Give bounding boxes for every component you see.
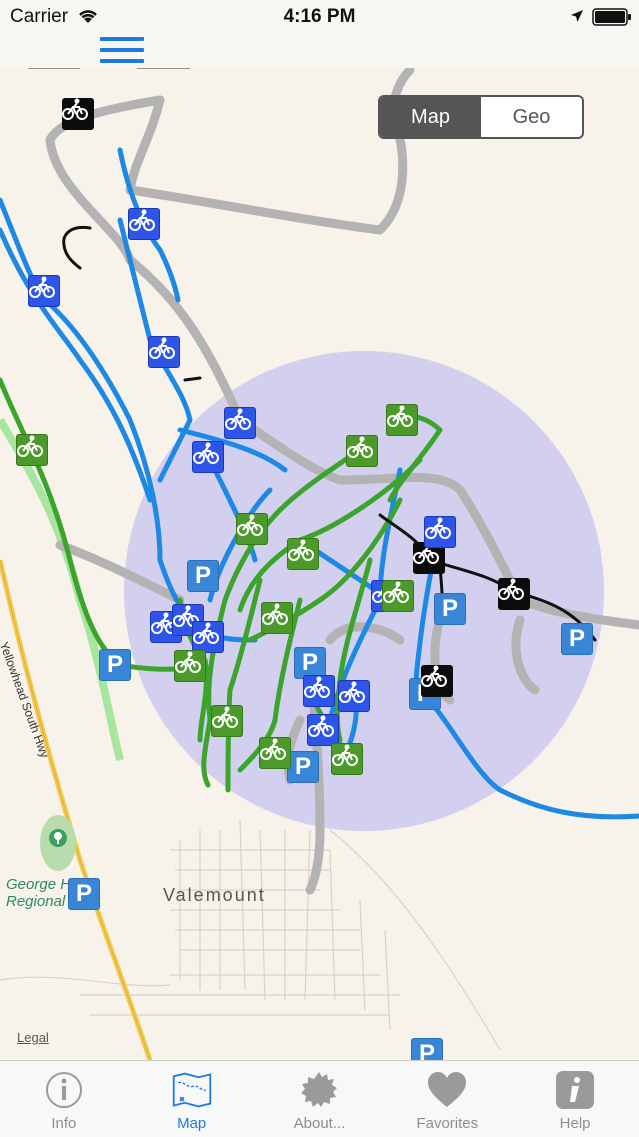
tab-favorites-label: Favorites xyxy=(416,1115,479,1132)
bike-icon xyxy=(347,436,373,458)
tab-map[interactable]: Map xyxy=(128,1061,256,1137)
map-view[interactable]: Map Geo Valemount George Hicks Regional … xyxy=(0,68,639,1060)
bike-marker-green[interactable] xyxy=(382,580,414,612)
bike-icon xyxy=(193,442,219,464)
tab-help-label: Help xyxy=(559,1115,591,1132)
bike-marker-blue[interactable] xyxy=(303,675,335,707)
tab-info[interactable]: Info xyxy=(0,1061,128,1137)
tab-map-label: Map xyxy=(177,1115,207,1132)
tab-help[interactable]: Help xyxy=(511,1061,639,1137)
parking-marker[interactable]: P xyxy=(187,560,219,592)
bike-icon xyxy=(29,276,55,298)
bike-marker-green[interactable] xyxy=(211,705,243,737)
tab-favorites[interactable]: Favorites xyxy=(383,1061,511,1137)
parking-marker[interactable]: P xyxy=(68,878,100,910)
bike-marker-green[interactable] xyxy=(236,513,268,545)
bike-icon xyxy=(260,738,286,760)
location-arrow-icon xyxy=(571,10,583,22)
bike-marker-green[interactable] xyxy=(287,538,319,570)
tab-about[interactable]: About... xyxy=(256,1061,384,1137)
parking-marker[interactable]: P xyxy=(411,1038,443,1060)
bike-marker-black[interactable] xyxy=(421,665,453,697)
bike-icon xyxy=(498,578,524,600)
bike-icon xyxy=(17,435,43,457)
bike-marker-blue[interactable] xyxy=(424,516,456,548)
bike-marker-black[interactable] xyxy=(62,98,94,130)
legal-link[interactable]: Legal xyxy=(17,1030,49,1045)
bike-icon xyxy=(62,98,88,120)
bike-icon xyxy=(421,665,447,687)
heart-icon xyxy=(428,1072,467,1107)
clock: 4:16 PM xyxy=(283,6,356,27)
status-bar: Carrier 4:16 PM xyxy=(0,0,639,34)
bike-marker-black[interactable] xyxy=(498,578,530,610)
bike-icon xyxy=(288,539,314,561)
bike-icon xyxy=(129,209,155,231)
bike-marker-green[interactable] xyxy=(174,650,206,682)
bike-marker-green[interactable] xyxy=(261,602,293,634)
tab-about-label: About... xyxy=(293,1115,346,1132)
bike-icon xyxy=(383,581,409,603)
battery-icon xyxy=(592,8,631,26)
bike-icon xyxy=(193,622,219,644)
badge-icon xyxy=(301,1072,338,1107)
bike-icon xyxy=(149,337,175,359)
bike-icon xyxy=(304,676,330,698)
menu-icon[interactable] xyxy=(100,37,144,65)
bike-marker-blue[interactable] xyxy=(224,407,256,439)
help-icon xyxy=(556,1071,595,1109)
parking-marker[interactable]: P xyxy=(561,623,593,655)
tab-info-label: Info xyxy=(51,1115,77,1132)
bike-icon xyxy=(175,651,201,673)
bike-marker-green[interactable] xyxy=(346,435,378,467)
town-label: Valemount xyxy=(163,885,266,905)
bike-marker-green[interactable] xyxy=(16,434,48,466)
bike-marker-blue[interactable] xyxy=(192,441,224,473)
bike-marker-green[interactable] xyxy=(331,743,363,775)
info-icon xyxy=(45,1072,82,1108)
bike-icon xyxy=(425,517,451,539)
bike-marker-blue[interactable] xyxy=(148,336,180,368)
park-icon xyxy=(40,815,76,871)
bike-icon xyxy=(332,744,358,766)
geo-segment[interactable]: Geo xyxy=(481,97,582,137)
parking-marker[interactable]: P xyxy=(287,751,319,783)
tab-bar: Info Map About... Favorites Help xyxy=(0,1060,639,1137)
parking-marker[interactable]: P xyxy=(99,649,131,681)
bike-icon xyxy=(262,603,288,625)
bike-marker-blue[interactable] xyxy=(307,714,339,746)
bike-marker-blue[interactable] xyxy=(128,208,160,240)
map-segment[interactable]: Map xyxy=(380,97,481,137)
map-icon xyxy=(172,1072,211,1108)
bike-icon xyxy=(387,405,413,427)
map-type-segmented-control[interactable]: Map Geo xyxy=(378,95,584,139)
bike-marker-blue[interactable] xyxy=(192,621,224,653)
bike-marker-green[interactable] xyxy=(386,404,418,436)
parking-marker[interactable]: P xyxy=(434,593,466,625)
bike-icon xyxy=(225,408,251,430)
bike-icon xyxy=(237,514,263,536)
bike-marker-green[interactable] xyxy=(259,737,291,769)
map-canvas xyxy=(0,68,639,1060)
bike-marker-blue[interactable] xyxy=(338,680,370,712)
bike-icon xyxy=(339,681,365,703)
bike-icon xyxy=(308,715,334,737)
navigation-bar xyxy=(0,34,639,68)
bike-marker-blue[interactable] xyxy=(28,275,60,307)
bike-icon xyxy=(212,706,238,728)
